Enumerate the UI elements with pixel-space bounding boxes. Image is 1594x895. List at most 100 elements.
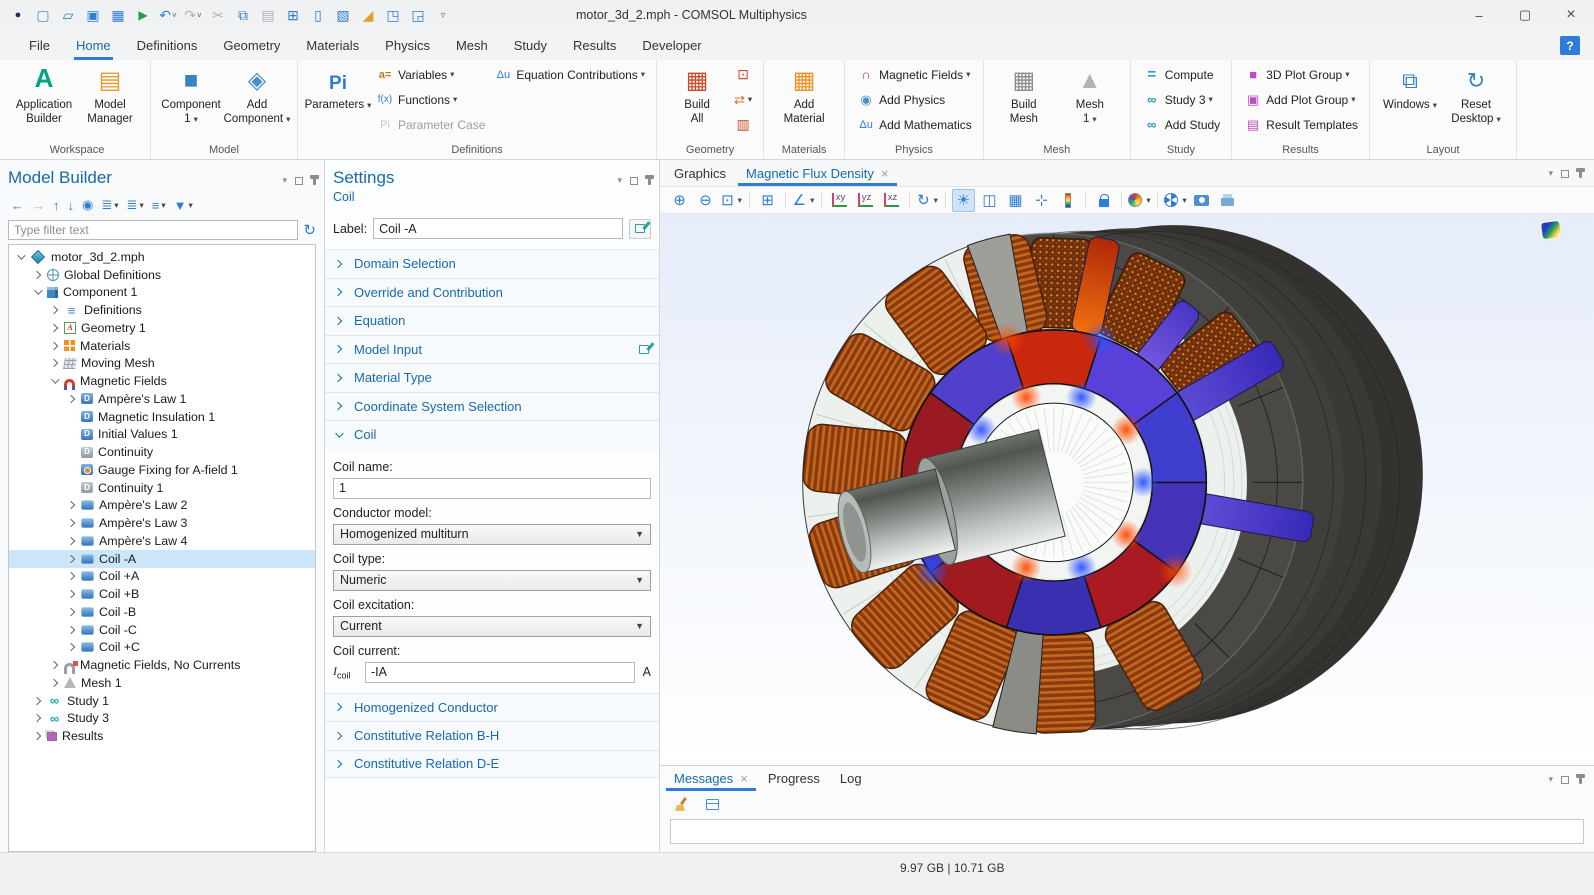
comsol-logo-button[interactable]: ● [6, 2, 30, 28]
move-up-button[interactable]: ↑ [50, 195, 63, 215]
collapse-button[interactable]: ≣▾ [98, 195, 121, 215]
edit-model-input-icon[interactable] [639, 345, 649, 354]
model-tree-node-text-button[interactable]: ≡▾ [149, 195, 169, 215]
coil-excitation-select[interactable]: Current ▼ [333, 616, 651, 637]
view-xz-button[interactable]: xz [880, 189, 903, 212]
grid-button[interactable]: ▦ [1004, 189, 1027, 212]
tree-item-initial-values-1[interactable]: Initial Values 1 [9, 426, 315, 444]
menu-home[interactable]: Home [63, 30, 124, 60]
delete-button[interactable]: ▯ [306, 2, 330, 28]
new-file-button[interactable]: ▢ [31, 2, 55, 28]
add-physics-button[interactable]: ◉Add Physics [852, 87, 976, 112]
maximize-button[interactable]: ▢ [1502, 0, 1548, 30]
build-all-button[interactable]: ▦BuildAll [664, 62, 730, 126]
open-file-button[interactable]: ▱ [56, 2, 80, 28]
float-panel-icon[interactable] [630, 177, 638, 185]
section-model-input[interactable]: Model Input [325, 335, 659, 364]
compute-button[interactable]: =Compute [1138, 62, 1224, 87]
table-settings-button[interactable] [701, 793, 724, 816]
scene-snapshot-button[interactable]: ▾ [1164, 189, 1187, 212]
tree-item-amp-re-s-law-1[interactable]: Ampère's Law 1 [9, 390, 315, 408]
tree-item-coil-a[interactable]: Coil -A [9, 550, 315, 568]
graphics-tab-magnetic-flux-density[interactable]: Magnetic Flux Density× [736, 160, 898, 186]
undo-button[interactable]: ↶˅ [156, 2, 180, 28]
section-domain-selection[interactable]: Domain Selection [325, 249, 659, 278]
add-mathematics-button[interactable]: ΔuAdd Mathematics [852, 112, 976, 137]
tree-item-continuity-1[interactable]: Continuity 1 [9, 479, 315, 497]
graphics-tab-graphics[interactable]: Graphics [664, 160, 736, 186]
paste-button[interactable]: ▤ [256, 2, 280, 28]
add-material-button[interactable]: ▦AddMaterial [771, 62, 837, 126]
go-forward-button[interactable]: → [29, 195, 48, 215]
build-mesh-button[interactable]: ▦BuildMesh [991, 62, 1057, 126]
default-3d-view-button[interactable]: ∠▾ [792, 189, 815, 212]
close-tab-icon[interactable]: × [881, 166, 889, 181]
color-legend-button[interactable] [1056, 189, 1079, 212]
scene-light-button[interactable]: ☀ [952, 189, 975, 212]
tree-item-coil-c[interactable]: Coil +C [9, 639, 315, 657]
print-button[interactable] [1216, 189, 1239, 212]
zoom-box-button[interactable]: ⊡▾ [720, 189, 743, 212]
tree-item-coil-b[interactable]: Coil -B [9, 603, 315, 621]
show-button[interactable]: ◉ [79, 195, 96, 215]
tree-item-component-1[interactable]: Component 1 [9, 284, 315, 302]
tree-item-study-1[interactable]: Study 1 [9, 692, 315, 710]
tree-item-continuity[interactable]: Continuity [9, 443, 315, 461]
minimize-button[interactable]: – [1456, 0, 1502, 30]
menu-physics[interactable]: Physics [372, 30, 443, 60]
tree-item-results[interactable]: Results [9, 727, 315, 745]
pin-panel-icon[interactable] [313, 176, 316, 185]
import-button[interactable]: ⊡ [730, 62, 756, 87]
section-equation[interactable]: Equation [325, 306, 659, 335]
tree-item-coil-c[interactable]: Coil -C [9, 621, 315, 639]
menu-materials[interactable]: Materials [293, 30, 372, 60]
3d-plot-group-button[interactable]: ■3D Plot Group▾ [1239, 62, 1362, 87]
tree-item-amp-re-s-law-3[interactable]: Ampère's Law 3 [9, 514, 315, 532]
menu-geometry[interactable]: Geometry [210, 30, 293, 60]
magnetic-fields-button[interactable]: ∩Magnetic Fields▾ [852, 62, 976, 87]
parameter-case-button[interactable]: PiParameter Case [371, 112, 489, 137]
section-override-contribution[interactable]: Override and Contribution [325, 278, 659, 307]
coil-name-input[interactable] [333, 478, 651, 499]
copy-button[interactable]: ⧉ [231, 2, 255, 28]
close-tab-icon[interactable]: × [740, 771, 748, 786]
clear-messages-button[interactable] [670, 793, 693, 816]
fence-button[interactable]: ▥ [730, 112, 756, 137]
component-1-button[interactable]: ■Component1▾ [158, 62, 224, 126]
zoom-in-button[interactable]: ⊕ [668, 189, 691, 212]
view-xy-button[interactable]: xy [828, 189, 851, 212]
menu-study[interactable]: Study [501, 30, 560, 60]
rotate-view-button[interactable]: ↻▾ [916, 189, 939, 212]
section-constitutive-bh[interactable]: Constitutive Relation B-H [325, 721, 659, 750]
float-panel-icon[interactable] [295, 177, 303, 185]
expand-button[interactable]: ≣▾ [124, 195, 147, 215]
close-button[interactable]: × [1548, 0, 1594, 30]
clear-selection-button[interactable]: ◢ [356, 2, 380, 28]
section-coil[interactable]: Coil [325, 420, 659, 449]
tree-item-magnetic-fields-no-currents[interactable]: Magnetic Fields, No Currents [9, 656, 315, 674]
model-manager-button[interactable]: ▤ModelManager [77, 62, 143, 126]
image-capture-button[interactable] [1190, 189, 1213, 212]
section-material-type[interactable]: Material Type [325, 363, 659, 392]
section-constitutive-de[interactable]: Constitutive Relation D-E [325, 750, 659, 779]
tree-item-magnetic-insulation-1[interactable]: Magnetic Insulation 1 [9, 408, 315, 426]
tree-item-motor-3d-2-mph[interactable]: motor_3d_2.mph [9, 248, 315, 266]
cut-button[interactable]: ✂ [206, 2, 230, 28]
tree-item-gauge-fixing-for-a-field-1[interactable]: Gauge Fixing for A-field 1 [9, 461, 315, 479]
select-box-button[interactable]: ▧ [331, 2, 355, 28]
tree-item-global-definitions[interactable]: Global Definitions [9, 266, 315, 284]
reset-desktop-button[interactable]: ↻ResetDesktop▾ [1443, 62, 1509, 126]
refresh-icon[interactable]: ↻ [303, 221, 316, 239]
coil-current-input[interactable] [365, 662, 635, 683]
go-back-button[interactable]: ← [8, 195, 27, 215]
tree-item-mesh-1[interactable]: Mesh 1 [9, 674, 315, 692]
menu-developer[interactable]: Developer [629, 30, 714, 60]
section-homogenized-conductor[interactable]: Homogenized Conductor [325, 693, 659, 722]
panel-menu-icon[interactable]: ▾ [282, 175, 287, 186]
rename-button[interactable] [629, 219, 651, 239]
tree-item-definitions[interactable]: Definitions [9, 301, 315, 319]
menu-definitions[interactable]: Definitions [124, 30, 211, 60]
run-button[interactable]: ▶ [131, 2, 155, 28]
label-input[interactable] [373, 218, 623, 239]
tree-item-study-3[interactable]: Study 3 [9, 710, 315, 728]
